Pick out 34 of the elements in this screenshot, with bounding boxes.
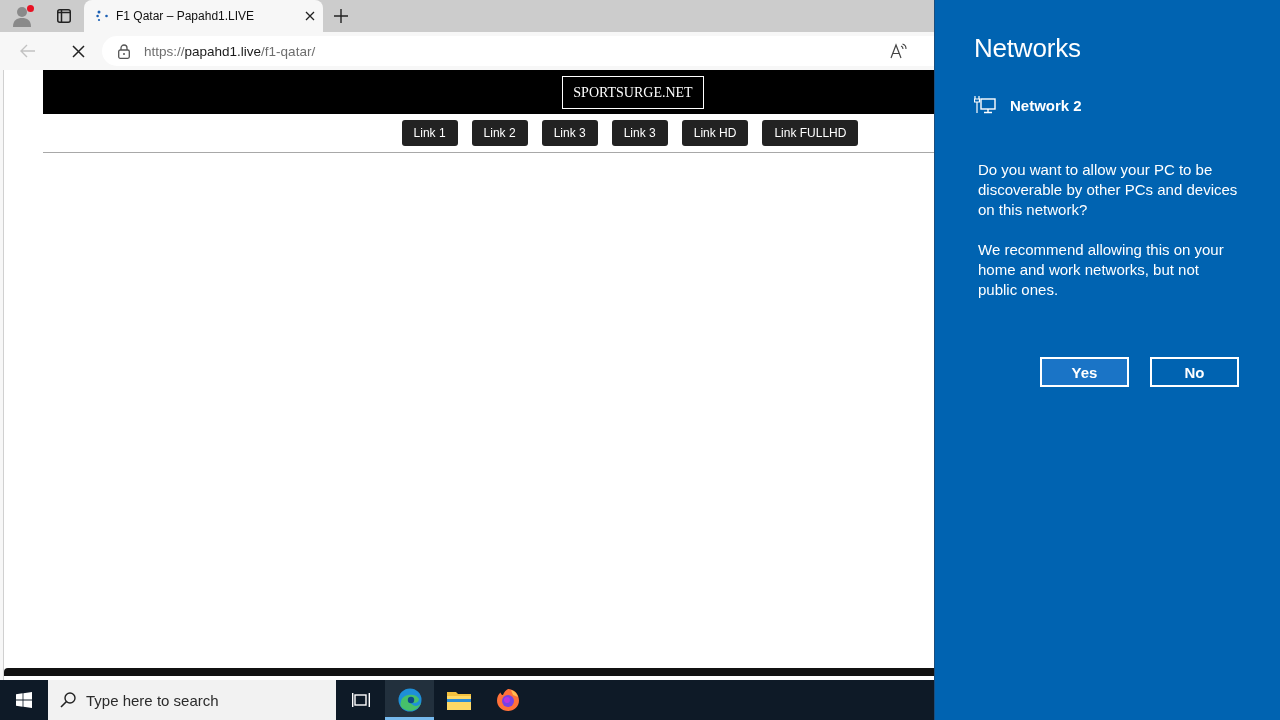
stop-icon[interactable] [71,44,85,58]
network-name: Network 2 [1010,96,1082,114]
stream-link-button[interactable]: Link FULLHD [762,120,859,146]
lock-icon[interactable] [118,43,130,59]
panel-title: Networks [974,32,1081,65]
flame-globe-icon[interactable] [495,688,520,712]
task-view-icon[interactable] [351,692,370,708]
site-logo-text[interactable]: SPORTSURGE.NET [562,75,704,109]
stream-link-button[interactable]: Link 1 [401,120,458,146]
dialog-paragraph: Do you want to allow your PC to be discoverable by other PCs and devices on this network? [978,160,1239,220]
stream-link-button[interactable]: Link HD [681,120,749,146]
stream-link-button[interactable]: Link 2 [471,120,528,146]
url-text[interactable]: https://papahd1.live/f1-qatar/ [144,43,876,59]
dialog-button[interactable]: Yes [1040,357,1129,387]
search-field[interactable]: Type here to search [86,691,306,709]
start-icon[interactable] [16,692,32,708]
taskbar-search-bar[interactable]: Type here to search [48,680,336,720]
read-aloud-icon[interactable] [890,43,907,59]
wired-monitor-icon [974,96,996,114]
browser-tab[interactable]: F1 Qatar – Papahd1.LIVE [84,0,323,32]
person-icon[interactable] [12,5,32,27]
plus-icon[interactable] [334,9,348,23]
close-icon[interactable] [305,11,315,21]
sidebar-panel-icon[interactable] [57,9,71,23]
taskbar-app-button[interactable] [385,680,434,720]
wave-icon[interactable] [397,688,422,712]
dialog-button[interactable]: No [1150,357,1239,387]
address-bar[interactable]: https://papahd1.live/f1-qatar/ [102,36,934,66]
stream-link-button[interactable]: Link 3 [611,120,668,146]
folder-icon[interactable] [446,690,471,710]
search-icon[interactable] [60,692,76,708]
stream-link-button[interactable]: Link 3 [541,120,598,146]
tab-title: F1 Qatar – Papahd1.LIVE [116,9,256,23]
dialog-paragraph: We recommend allowing this on your home and work networks, but not public ones. [978,240,1225,300]
